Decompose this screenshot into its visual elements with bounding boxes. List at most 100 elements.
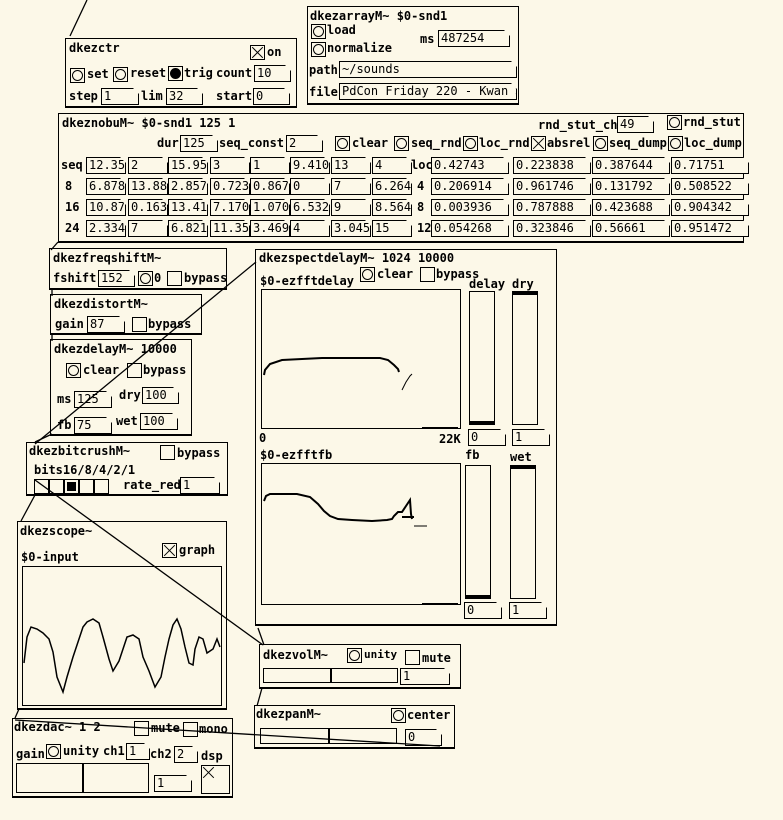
nobu-loc-cell[interactable]: 0.223838 (513, 157, 591, 174)
bitcrush-bits-cell[interactable] (94, 479, 109, 494)
delay-bypass-toggle[interactable] (127, 363, 142, 378)
pan-slider-knob[interactable] (328, 729, 330, 743)
nobu-seq-cell[interactable]: 6.878 (86, 178, 126, 195)
spect-fb-slider[interactable] (465, 465, 491, 599)
freqshift-object[interactable]: dkezfreqshiftM~ fshift 152 0 bypass (49, 248, 227, 290)
nobu-seq-cell[interactable]: 6.264 (372, 178, 412, 195)
ctr-on-toggle[interactable] (250, 45, 265, 60)
nobu-loc-cell[interactable]: 0.423688 (592, 199, 670, 216)
ctr-step-number[interactable]: 1 (101, 88, 139, 105)
bitcrush-bits-cell[interactable] (34, 479, 49, 494)
dac-mute-toggle[interactable] (134, 721, 149, 736)
array-file-symbol[interactable]: PdCon Friday 220 - Kwan > (339, 83, 517, 100)
delay-wet-number[interactable]: 100 (140, 413, 178, 430)
nobu-loc-cell[interactable]: 0.206914 (431, 178, 509, 195)
nobu-seq-cell[interactable]: 1 (250, 157, 290, 174)
delay-object[interactable]: dkezdelayM~ 10000 clear bypass ms 125 dr… (50, 339, 192, 436)
dac-gain-slider-knob[interactable] (82, 764, 84, 792)
nobu-seq-cell[interactable]: 3.045 (331, 220, 371, 237)
ctr-trig-bang[interactable] (168, 66, 183, 81)
nobu-loc-cell[interactable]: 0.951472 (671, 220, 749, 237)
spect-wet-number[interactable]: 1 (509, 602, 547, 619)
dac-dsp-toggle[interactable] (201, 765, 230, 794)
nobu-loc-cell[interactable]: 0.387644 (592, 157, 670, 174)
spect-fb-array[interactable] (261, 463, 461, 605)
nobu-seq-cell[interactable]: 0 (290, 178, 330, 195)
nobu-loc-cell[interactable]: 0.787888 (513, 199, 591, 216)
dac-gain-slider[interactable] (16, 763, 149, 793)
ctr-start-number[interactable]: 0 (253, 88, 290, 105)
nobu-rnd-stut-bang[interactable] (667, 115, 682, 130)
nobu-seq-cell[interactable]: 2.334 (86, 220, 126, 237)
pan-object[interactable]: dkezpanM~ center 0 (254, 705, 455, 749)
spect-dry-slider[interactable] (512, 291, 538, 425)
nobu-rnd-stut-ch-number[interactable]: 49 (617, 116, 654, 133)
nobu-seq-cell[interactable]: 13 (331, 157, 371, 174)
distort-gain-number[interactable]: 87 (87, 316, 125, 333)
dac-gain-number[interactable]: 1 (154, 775, 192, 792)
freqshift-bypass-toggle[interactable] (167, 271, 182, 286)
nobu-seq-const-number[interactable]: 2 (286, 135, 323, 152)
nobu-seq-cell[interactable]: 7 (331, 178, 371, 195)
nobu-clear-bang[interactable] (335, 136, 350, 151)
bitcrush-bits-cell[interactable] (79, 479, 94, 494)
bitcrush-bits-cell[interactable] (49, 479, 64, 494)
nobu-loc-cell[interactable]: 0.131792 (592, 178, 670, 195)
nobu-seq-cell[interactable]: 3 (210, 157, 250, 174)
bitcrush-rate-number[interactable]: 1 (180, 477, 220, 494)
pan-number[interactable]: 0 (405, 729, 442, 746)
ctr-lim-number[interactable]: 32 (166, 88, 203, 105)
bitcrush-bits-radio[interactable] (34, 479, 110, 495)
nobu-absrel-toggle[interactable] (531, 136, 546, 151)
ctr-set-bang[interactable] (70, 68, 85, 83)
bitcrush-bypass-toggle[interactable] (160, 445, 175, 460)
pan-center-bang[interactable] (391, 708, 406, 723)
nobu-loc-cell[interactable]: 0.71751 (671, 157, 749, 174)
bitcrush-object[interactable]: dkezbitcrushM~ bypass bits16/8/4/2/1 rat… (26, 442, 228, 496)
array-normalize-bang[interactable] (311, 42, 326, 57)
delay-dry-number[interactable]: 100 (142, 387, 179, 404)
array-path-symbol[interactable]: ~/sounds (339, 61, 517, 78)
nobu-seq-cell[interactable]: 0.163 (128, 199, 168, 216)
nobu-loc-cell[interactable]: 0.323846 (513, 220, 591, 237)
ctr-object[interactable]: dkezctr on set reset trig count 10 step … (65, 38, 297, 108)
nobu-loc-cell[interactable]: 0.904342 (671, 199, 749, 216)
nobu-loc-rnd-bang[interactable] (463, 136, 478, 151)
array-load-bang[interactable] (311, 24, 326, 39)
nobu-seq-cell[interactable]: 15 (372, 220, 412, 237)
delay-ms-number[interactable]: 125 (74, 391, 112, 408)
vol-unity-bang[interactable] (347, 648, 362, 663)
nobu-loc-cell[interactable]: 0.003936 (431, 199, 509, 216)
dac-object[interactable]: dkezdac~ 1 2 mute mono gain unity ch1 1 … (12, 718, 233, 798)
nobu-seq-cell[interactable]: 3.469 (250, 220, 290, 237)
nobu-seq-cell[interactable]: 11.35 (210, 220, 250, 237)
nobu-seq-cell[interactable]: 7.170 (210, 199, 250, 216)
array-object[interactable]: dkezarrayM~ $0-snd1 load normalize ms 48… (307, 6, 519, 105)
dac-ch1-number[interactable]: 1 (126, 743, 150, 760)
nobu-seq-cell[interactable]: 0.867 (250, 178, 290, 195)
spect-delay-number[interactable]: 0 (468, 429, 506, 446)
dac-mono-toggle[interactable] (183, 722, 198, 737)
nobu-seq-cell[interactable]: 6.532 (290, 199, 330, 216)
nobu-seq-cell[interactable]: 13.88 (128, 178, 168, 195)
delay-fb-number[interactable]: 75 (74, 417, 112, 434)
nobu-seq-cell[interactable]: 15.95 (168, 157, 208, 174)
spect-delay-array[interactable] (261, 289, 461, 429)
scope-object[interactable]: dkezscope~ $0-input graph (17, 521, 227, 710)
nobu-seq-cell[interactable]: 7 (128, 220, 168, 237)
nobu-seq-cell[interactable]: 4 (290, 220, 330, 237)
nobu-loc-cell[interactable]: 0.56661 (592, 220, 670, 237)
distort-object[interactable]: dkezdistortM~ gain 87 bypass (50, 294, 202, 335)
nobu-seq-cell[interactable]: 4 (372, 157, 412, 174)
vol-slider-knob[interactable] (330, 669, 332, 682)
nobu-seq-cell[interactable]: 8.564 (372, 199, 412, 216)
nobu-seq-cell[interactable]: 6.821 (168, 220, 208, 237)
pan-slider[interactable] (260, 728, 397, 744)
freqshift-fshift-number[interactable]: 152 (98, 270, 135, 287)
nobu-seq-cell[interactable]: 9.410 (290, 157, 330, 174)
scope-graph-toggle[interactable] (162, 543, 177, 558)
dac-ch2-number[interactable]: 2 (174, 746, 198, 763)
delay-clear-bang[interactable] (66, 363, 81, 378)
nobu-seq-cell[interactable]: 13.41 (168, 199, 208, 216)
nobu-seq-cell[interactable]: 1.070 (250, 199, 290, 216)
